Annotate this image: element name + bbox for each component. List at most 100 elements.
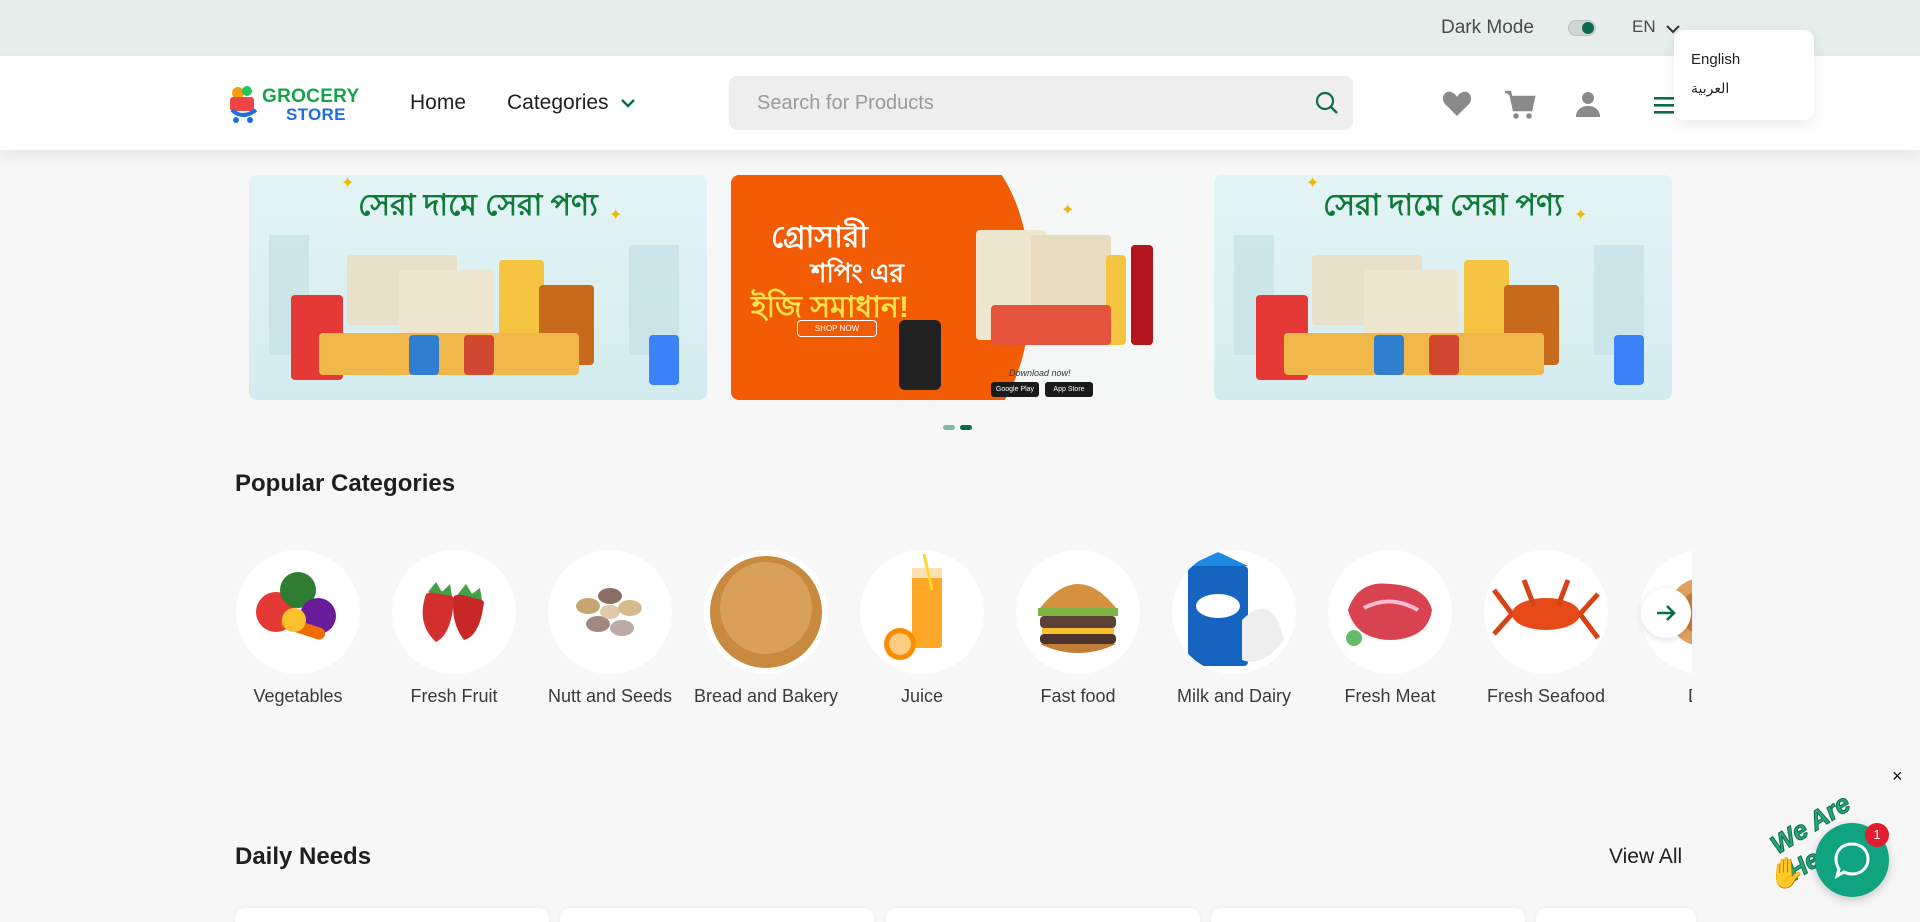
milk-carton-icon <box>1188 552 1284 666</box>
language-option-english[interactable]: English <box>1691 51 1740 68</box>
category-label: Dry <box>1624 686 1692 706</box>
category-vegetables[interactable]: Vegetables <box>228 550 376 706</box>
store-logo[interactable]: GROCERY STORE <box>228 84 374 126</box>
language-code: EN <box>1632 17 1656 36</box>
banner-headline: সেরা দামে সেরা পণ্য <box>1323 189 1563 222</box>
sparkle-icon: ✦ <box>1306 175 1320 192</box>
dark-mode-toggle[interactable] <box>1568 20 1596 36</box>
banner-headline: সেরা দামে সেরা পণ্য <box>358 189 598 222</box>
shop-now-button[interactable]: SHOP NOW <box>797 320 877 337</box>
product-card[interactable] <box>235 908 549 922</box>
heart-icon[interactable] <box>1442 90 1472 118</box>
nav-categories-label: Categories <box>507 91 609 114</box>
sparkle-icon: ✦ <box>341 175 355 192</box>
product-box <box>464 335 494 375</box>
product-shelf <box>1614 335 1644 385</box>
category-bread-and-bakery[interactable]: Bread and Bakery <box>688 550 844 706</box>
language-selector[interactable]: EN <box>1632 17 1680 37</box>
dark-mode-label: Dark Mode <box>1441 17 1534 38</box>
language-menu: English العربية <box>1674 30 1814 120</box>
product-row <box>1284 333 1544 375</box>
category-label: Fresh Fruit <box>410 686 498 706</box>
product-shelf <box>649 335 679 385</box>
category-label: Juice <box>900 686 944 706</box>
category-image <box>236 550 360 674</box>
search-bar <box>729 76 1353 130</box>
category-image <box>548 550 672 674</box>
product-cola-bottle <box>1131 245 1153 345</box>
carousel-dot-2[interactable] <box>960 425 972 430</box>
category-carousel: Vegetables Fresh Fruit Nutt and Seeds Br… <box>228 540 1692 740</box>
category-milk-and-dairy[interactable]: Milk and Dairy <box>1156 550 1312 706</box>
bread-bun-icon <box>710 556 822 668</box>
product-card[interactable] <box>1211 908 1525 922</box>
category-label: Fresh Meat <box>1344 686 1436 706</box>
logo-text-store: STORE <box>286 105 346 124</box>
waving-hand-icon: ✋ <box>1768 857 1806 890</box>
user-icon[interactable] <box>1574 90 1602 118</box>
google-play-badge[interactable]: Google Play <box>991 382 1039 397</box>
category-label: Bread and Bakery <box>693 686 839 706</box>
category-fresh-meat[interactable]: Fresh Meat <box>1312 550 1468 706</box>
nav-categories-dropdown[interactable]: Categories <box>507 91 635 115</box>
sparkle-icon: ✦ <box>1574 207 1588 224</box>
app-store-badge[interactable]: App Store <box>1045 382 1093 397</box>
category-label: Fast food <box>1040 686 1116 706</box>
language-option-arabic[interactable]: العربية <box>1691 80 1729 97</box>
sparkle-icon: ✦ <box>1061 202 1075 219</box>
menu-icon[interactable] <box>1654 96 1674 114</box>
search-icon[interactable] <box>1315 91 1339 115</box>
category-label: Nutt and Seeds <box>547 686 673 706</box>
category-next-button[interactable] <box>1641 588 1691 638</box>
crayfish-icon <box>1492 579 1600 640</box>
chat-bubble-icon <box>1834 842 1870 880</box>
category-label: Fresh Seafood <box>1486 686 1606 706</box>
product-box <box>1429 335 1459 375</box>
vegetables-icon <box>256 572 336 640</box>
promo-banner-1[interactable]: সেরা দামে সেরা পণ্য ✦ ✦ <box>249 175 707 400</box>
meat-icon <box>1346 583 1432 646</box>
category-image <box>1484 550 1608 674</box>
chevron-down-icon <box>620 98 635 108</box>
category-image <box>392 550 516 674</box>
sparkle-icon: ✦ <box>609 207 623 224</box>
cart-icon[interactable] <box>1504 90 1536 120</box>
product-row <box>319 333 579 375</box>
category-image <box>704 550 828 674</box>
product-card[interactable] <box>560 908 874 922</box>
search-input[interactable] <box>757 88 1287 118</box>
download-text: Download now! <box>1009 368 1071 378</box>
product-row <box>991 305 1111 345</box>
category-image <box>860 550 984 674</box>
category-image <box>1016 550 1140 674</box>
carousel-dots <box>943 425 972 430</box>
category-fresh-fruit[interactable]: Fresh Fruit <box>376 550 532 706</box>
category-juice[interactable]: Juice <box>844 550 1000 706</box>
category-label: Vegetables <box>253 686 343 706</box>
category-fast-food[interactable]: Fast food <box>1000 550 1156 706</box>
promo-banner-2[interactable]: গ্রোসারী শপিং এর ইজি সমাধান! SHOP NOW ✦ … <box>731 175 1189 400</box>
nav-home-link[interactable]: Home <box>410 91 466 115</box>
category-fresh-seafood[interactable]: Fresh Seafood <box>1468 550 1624 706</box>
category-nutt-and-seeds[interactable]: Nutt and Seeds <box>532 550 688 706</box>
product-box <box>1374 335 1404 375</box>
phone-image <box>899 320 941 390</box>
product-card[interactable] <box>1536 908 1696 922</box>
daily-needs-title: Daily Needs <box>235 843 372 870</box>
strawberry-icon <box>422 582 484 642</box>
view-all-link[interactable]: View All <box>1609 845 1682 869</box>
logo-cart-icon <box>230 86 258 123</box>
popular-categories-title: Popular Categories <box>235 470 456 497</box>
promo-banner-3[interactable]: সেরা দামে সেরা পণ্য ✦ ✦ <box>1214 175 1672 400</box>
juice-glass-icon <box>884 553 942 660</box>
chat-notification-badge: 1 <box>1865 823 1889 847</box>
category-image <box>1172 550 1296 674</box>
nuts-icon <box>576 588 642 636</box>
category-image <box>1328 550 1452 674</box>
category-label: Milk and Dairy <box>1176 686 1292 706</box>
product-card[interactable] <box>886 908 1200 922</box>
toggle-knob <box>1582 22 1594 34</box>
carousel-dot-1[interactable] <box>943 425 955 430</box>
burger-icon <box>1038 584 1118 653</box>
arrow-right-icon <box>1657 605 1676 621</box>
